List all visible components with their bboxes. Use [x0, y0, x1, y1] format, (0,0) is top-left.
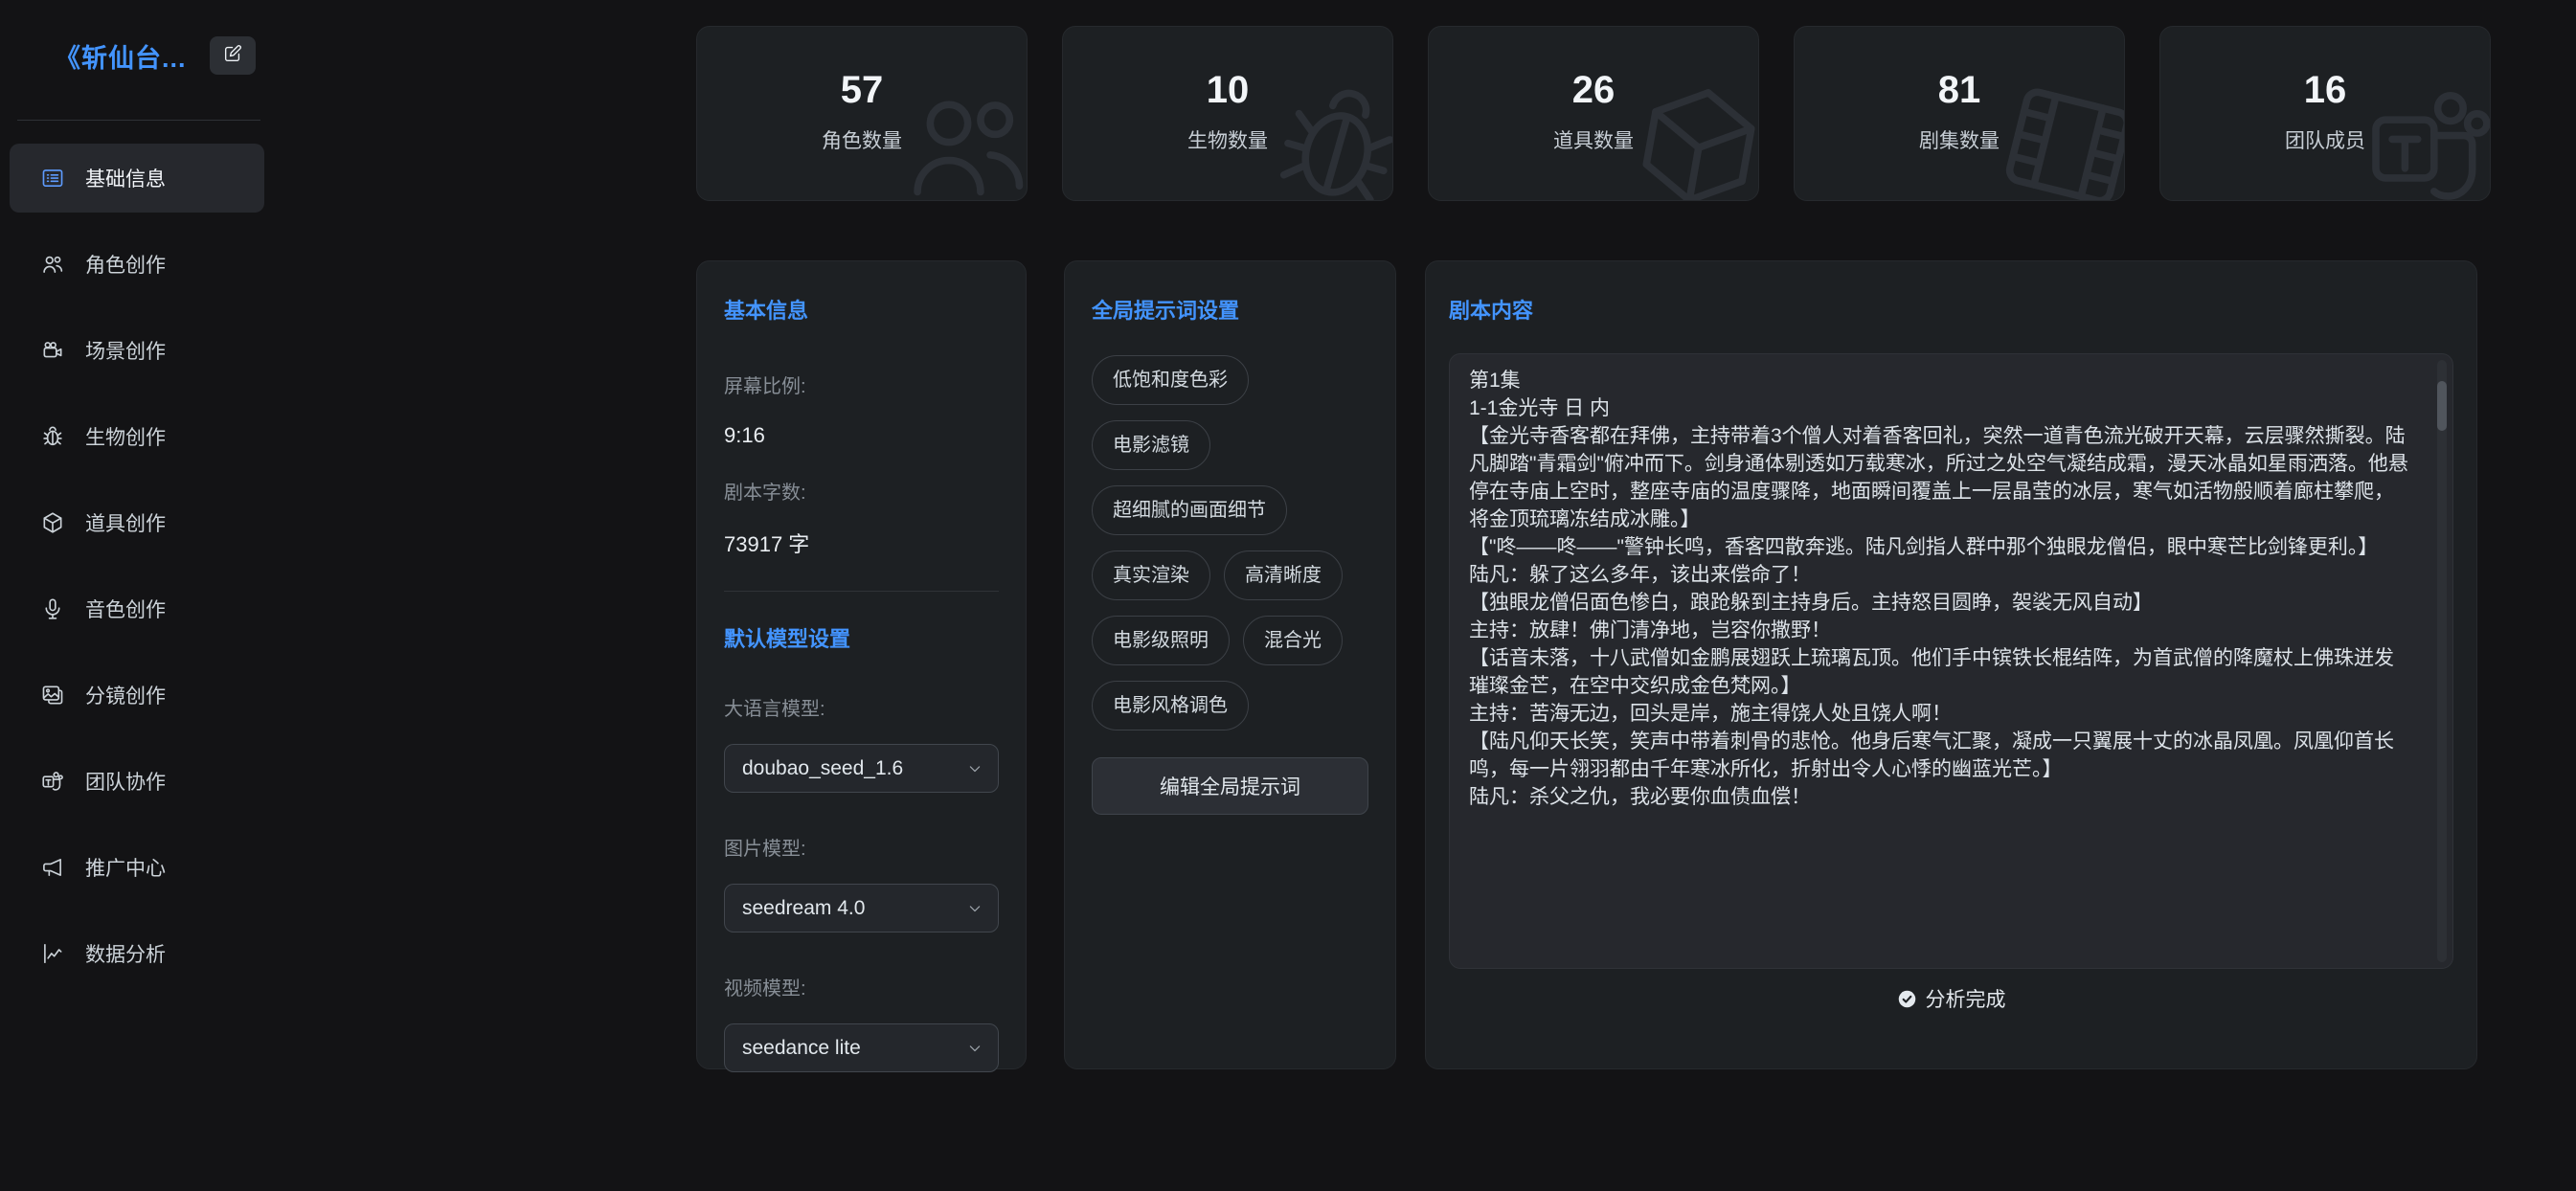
sidebar-item-storyboard[interactable]: 分镜创作: [10, 661, 264, 730]
prompt-tag: 电影滤镜: [1092, 420, 1210, 470]
edit-global-prompts-button[interactable]: 编辑全局提示词: [1092, 757, 1368, 815]
prompt-tag: 电影风格调色: [1092, 681, 1249, 730]
sidebar-item-label: 数据分析: [85, 939, 166, 968]
prompt-tag-row: 电影滤镜: [1092, 420, 1368, 470]
script-scrollbar-thumb[interactable]: [2437, 381, 2447, 431]
sidebar-item-label: 音色创作: [85, 595, 166, 623]
global-prompts-title: 全局提示词设置: [1092, 294, 1368, 325]
sidebar: 《斩仙台... 基础信息角色创作场景创作生物创作道具创作音色创作分镜创作团队协作…: [0, 0, 287, 1191]
llm-select[interactable]: doubao_seed_1.6: [724, 744, 999, 793]
model-settings-title: 默认模型设置: [724, 622, 999, 653]
sidebar-divider: [17, 120, 260, 121]
sidebar-item-label: 团队协作: [85, 767, 166, 796]
prompt-tags: 低饱和度色彩电影滤镜超细腻的画面细节真实渲染高清晰度电影级照明混合光电影风格调色: [1092, 355, 1368, 730]
sidebar-item-teams[interactable]: 团队协作: [10, 747, 264, 816]
characters-icon: [894, 74, 1028, 201]
sidebar-item-creature-bug[interactable]: 生物创作: [10, 402, 264, 471]
sidebar-item-scene-camera[interactable]: 场景创作: [10, 316, 264, 385]
teams-icon: [40, 769, 65, 794]
basic-info-panel: 基本信息 屏幕比例: 9:16 剧本字数: 73917 字 默认模型设置 大语言…: [696, 260, 1027, 1069]
analysis-status: 分析完成: [1449, 984, 2453, 1013]
creature-bug-icon: [40, 424, 65, 449]
global-prompts-panel: 全局提示词设置 低饱和度色彩电影滤镜超细腻的画面细节真实渲染高清晰度电影级照明混…: [1064, 260, 1396, 1069]
app-root: 《斩仙台... 基础信息角色创作场景创作生物创作道具创作音色创作分镜创作团队协作…: [0, 0, 2576, 1191]
sidebar-item-promotion-megaphone[interactable]: 推广中心: [10, 833, 264, 902]
llm-label: 大语言模型:: [724, 693, 999, 721]
characters-icon: [40, 252, 65, 277]
sidebar-item-label: 分镜创作: [85, 681, 166, 709]
sidebar-item-prop-cube[interactable]: 道具创作: [10, 488, 264, 557]
sidebar-item-info-list[interactable]: 基础信息: [10, 144, 264, 213]
basic-info-divider: [724, 591, 999, 592]
prompt-tag-row: 电影级照明混合光: [1092, 616, 1368, 665]
edit-global-prompts-label: 编辑全局提示词: [1160, 772, 1300, 800]
stats-row: 57角色数量10生物数量26道具数量81剧集数量16团队成员: [696, 26, 2491, 201]
video-model-select-value: seedance lite: [742, 1037, 861, 1060]
script-scrollbar-track: [2437, 360, 2447, 962]
prompt-tag-row: 真实渲染高清晰度: [1092, 551, 1368, 600]
analysis-status-text: 分析完成: [1926, 984, 2006, 1013]
screen-ratio-value: 9:16: [724, 423, 999, 448]
sidebar-item-label: 基础信息: [85, 164, 166, 192]
prompt-tag: 真实渲染: [1092, 551, 1210, 600]
prompt-tag-row: 低饱和度色彩: [1092, 355, 1368, 405]
edit-square-icon: [222, 43, 243, 69]
word-count-label: 剧本字数:: [724, 477, 999, 505]
llm-select-value: doubao_seed_1.6: [742, 757, 903, 780]
prompt-tag: 低饱和度色彩: [1092, 355, 1249, 405]
prompt-tag: 混合光: [1243, 616, 1343, 665]
check-circle-icon: [1897, 989, 1917, 1009]
sidebar-item-label: 生物创作: [85, 422, 166, 451]
script-content-box[interactable]: 第1集 1-1金光寺 日 内 【金光寺香客都在拜佛，主持带着3个僧人对着香客回礼…: [1449, 353, 2453, 969]
image-model-select-value: seedream 4.0: [742, 897, 865, 920]
script-panel: 剧本内容 第1集 1-1金光寺 日 内 【金光寺香客都在拜佛，主持带着3个僧人对…: [1425, 260, 2477, 1069]
voice-mic-icon: [40, 596, 65, 621]
prompt-tag-row: 电影风格调色: [1092, 681, 1368, 730]
sidebar-item-label: 推广中心: [85, 853, 166, 882]
prop-cube-icon: [1615, 62, 1759, 201]
sidebar-item-voice-mic[interactable]: 音色创作: [10, 574, 264, 643]
sidebar-item-label: 角色创作: [85, 250, 166, 279]
basic-info-title: 基本信息: [724, 294, 999, 325]
sidebar-item-label: 道具创作: [85, 508, 166, 537]
prop-cube-icon: [40, 510, 65, 535]
video-model-select[interactable]: seedance lite: [724, 1023, 999, 1072]
word-count-value: 73917 字: [724, 528, 999, 558]
stat-card: 26道具数量: [1428, 26, 1759, 201]
stat-card: 10生物数量: [1062, 26, 1393, 201]
chevron-down-icon: [965, 759, 984, 778]
video-model-label: 视频模型:: [724, 973, 999, 1000]
screen-ratio-label: 屏幕比例:: [724, 371, 999, 398]
chevron-down-icon: [965, 899, 984, 918]
edit-project-title-button[interactable]: [210, 36, 256, 75]
project-title: 《斩仙台...: [55, 37, 187, 75]
storyboard-icon: [40, 683, 65, 708]
image-model-select[interactable]: seedream 4.0: [724, 884, 999, 933]
scene-camera-icon: [40, 338, 65, 363]
sidebar-item-analytics-chart[interactable]: 数据分析: [10, 919, 264, 988]
teams-icon: [2358, 74, 2491, 201]
chevron-down-icon: [965, 1039, 984, 1058]
sidebar-item-characters[interactable]: 角色创作: [10, 230, 264, 299]
script-text: 第1集 1-1金光寺 日 内 【金光寺香客都在拜佛，主持带着3个僧人对着香客回礼…: [1469, 367, 2410, 811]
stat-card: 57角色数量: [696, 26, 1028, 201]
prompt-tag-row: 超细腻的画面细节: [1092, 485, 1368, 535]
stat-card: 16团队成员: [2159, 26, 2491, 201]
info-list-icon: [40, 166, 65, 191]
sidebar-menu: 基础信息角色创作场景创作生物创作道具创作音色创作分镜创作团队协作推广中心数据分析: [10, 144, 264, 1005]
project-title-row: 《斩仙台...: [55, 36, 256, 75]
promotion-megaphone-icon: [40, 855, 65, 880]
analytics-chart-icon: [40, 941, 65, 966]
stat-card: 81剧集数量: [1794, 26, 2125, 201]
prompt-tag: 高清晰度: [1224, 551, 1343, 600]
sidebar-item-label: 场景创作: [85, 336, 166, 365]
image-model-label: 图片模型:: [724, 833, 999, 861]
prompt-tag: 超细腻的画面细节: [1092, 485, 1287, 535]
prompt-tag: 电影级照明: [1092, 616, 1230, 665]
script-panel-title: 剧本内容: [1449, 294, 2453, 325]
